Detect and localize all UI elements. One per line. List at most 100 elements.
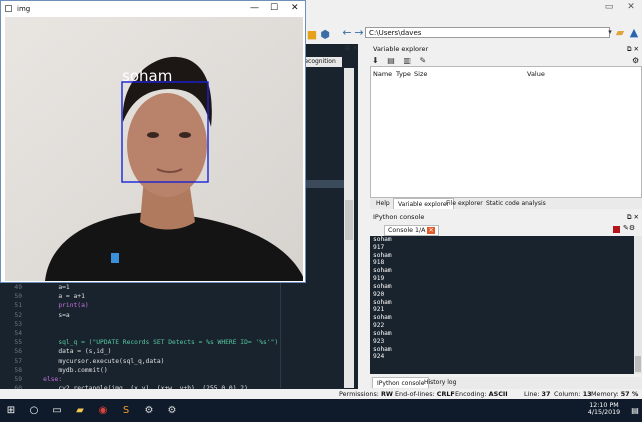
minimize-button[interactable]: ▭ (598, 0, 620, 14)
close-button[interactable]: ✕ (620, 0, 642, 14)
code-text: mycursor.execute(sql_q,data) (28, 357, 165, 365)
img-minimize-button[interactable]: — (250, 3, 259, 13)
clock[interactable]: 12:10 PM 4/15/2019 (584, 402, 624, 416)
console-line: soham (373, 345, 392, 353)
current-line-highlight (306, 180, 344, 188)
splitter[interactable] (358, 44, 370, 389)
working-directory-input[interactable]: C:\Users\daves (365, 27, 610, 38)
settings-icon-2[interactable]: ⚙ (161, 399, 183, 422)
tab-history-log[interactable]: History log (420, 377, 460, 388)
encoding-label: Encoding: (455, 390, 487, 398)
column-header-size[interactable]: Size (414, 70, 427, 78)
code-line[interactable]: 58 mydb.commit() (0, 366, 280, 375)
console-line: soham (373, 282, 392, 290)
memory-label: Memory: (591, 390, 619, 398)
console-line: soham (373, 236, 392, 243)
line-number: 57 (14, 357, 22, 365)
code-line[interactable]: 49 a=1 (0, 283, 280, 292)
status-bar: Permissions: RW End-of-lines: CRLF Encod… (0, 389, 642, 399)
img-title-bar[interactable]: img — ☐ ✕ (2, 2, 305, 17)
line-number: 52 (14, 311, 22, 319)
console-line: 922 (373, 322, 385, 330)
python-icon[interactable]: ⬢ (318, 28, 332, 42)
column-label: Column: (554, 390, 581, 398)
settings-icon[interactable]: ⚙ (138, 399, 160, 422)
left-eye (147, 132, 159, 138)
console-scrollbar[interactable] (634, 236, 642, 374)
file-explorer-icon[interactable]: ▰ (69, 399, 91, 422)
code-line[interactable]: 56 data = (s,id_) (0, 347, 280, 356)
camera-image: soham (5, 17, 303, 281)
img-window: img — ☐ ✕ soham (0, 0, 306, 283)
code-text: mydb.commit() (28, 366, 108, 374)
gear-icon[interactable]: ⚙ (632, 56, 639, 65)
window-app-icon (5, 5, 12, 12)
sublime-icon[interactable]: S (115, 399, 137, 422)
parent-directory-icon[interactable]: ▲ (627, 26, 641, 40)
camera-frame: soham (5, 17, 303, 281)
img-close-button[interactable]: ✕ (291, 3, 299, 13)
console-line: soham (373, 267, 392, 275)
console-line: 917 (373, 243, 385, 251)
column-header-type[interactable]: Type (396, 70, 411, 78)
encoding-value: ASCII (488, 390, 508, 398)
code-line[interactable]: 53 (0, 320, 280, 329)
code-line[interactable]: 50 a = a+1 (0, 292, 280, 301)
variable-explorer-toolbar[interactable]: ⬇ ▤ ▥ ✎ (372, 56, 429, 65)
folder-icon[interactable]: ▰ (613, 26, 627, 40)
search-icon[interactable]: ○ (23, 399, 45, 422)
line-number: 55 (14, 339, 22, 347)
line-label: Line: (524, 390, 540, 398)
forward-arrow-icon[interactable]: → (352, 26, 366, 40)
ipython-console-header: IPython console ⧉ ✕ (370, 212, 642, 223)
code-line[interactable]: 59 else: (0, 375, 280, 384)
line-value: 37 (541, 390, 551, 398)
console-scrollbar-thumb[interactable] (635, 356, 641, 372)
variable-explorer-table[interactable] (370, 66, 642, 198)
console-line: soham (373, 314, 392, 322)
code-text: print(a) (28, 302, 89, 310)
code-line[interactable]: 52 s=a (0, 311, 280, 320)
notification-icon[interactable]: ▤ (628, 399, 642, 422)
permissions-value: RW (381, 390, 393, 398)
windows-icon[interactable]: ⊞ (0, 399, 22, 422)
task-view-icon[interactable]: ▭ (46, 399, 68, 422)
stop-icon[interactable]: ■ (305, 28, 319, 42)
clock-time: 12:10 PM (589, 402, 619, 409)
line-number: 59 (14, 376, 22, 383)
console-line: 921 (373, 306, 385, 314)
permissions-label: Permissions: (339, 390, 379, 398)
eol-value: CRLF (436, 390, 455, 398)
column-header-value[interactable]: Value (527, 70, 545, 78)
tab-static-code-analysis[interactable]: Static code analysis (482, 198, 550, 209)
code-line[interactable]: 51 print(a) (0, 301, 280, 310)
pane-options-icon[interactable]: ⧉ ✕ (345, 44, 358, 53)
tab-file-explorer[interactable]: File explorer (442, 198, 487, 209)
code-text: else: (28, 376, 63, 383)
code-text: s=a (28, 311, 70, 319)
code-line[interactable]: 55 sql_q = ("UPDATE Records SET Detects … (0, 338, 280, 347)
console-line: 920 (373, 290, 385, 298)
console-line: 924 (373, 353, 385, 361)
line-number: 56 (14, 348, 22, 356)
tab-help[interactable]: Help (372, 198, 394, 209)
code-text: sql_q = ("UPDATE Records SET Detects = %… (28, 339, 279, 347)
column-header-name[interactable]: Name (373, 70, 392, 78)
chrome-icon[interactable]: ◉ (92, 399, 114, 422)
options-icon[interactable]: ✎⚙ (623, 224, 635, 232)
tab-console-1a[interactable]: Console 1/A ✕ (384, 225, 439, 236)
code-line[interactable]: 54 (0, 329, 280, 338)
code-text: data = (s,id_) (28, 348, 112, 356)
img-maximize-button[interactable]: ☐ (270, 3, 278, 13)
editor-scrollbar-thumb[interactable] (345, 200, 353, 240)
console-output[interactable]: soham 917 soham 918 soham 919 soham 920 soham 921… (370, 236, 634, 374)
console-line: soham (373, 251, 392, 259)
stop-kernel-icon[interactable] (613, 226, 620, 233)
line-number: 53 (14, 320, 22, 328)
bottle (111, 253, 119, 263)
img-window-title: img (17, 5, 31, 13)
tab-editor-file[interactable]: recognition ✕ (300, 57, 342, 75)
line-number: 58 (14, 366, 22, 374)
code-line[interactable]: 57 mycursor.execute(sql_q,data) (0, 357, 280, 366)
console-line: 919 (373, 275, 385, 283)
